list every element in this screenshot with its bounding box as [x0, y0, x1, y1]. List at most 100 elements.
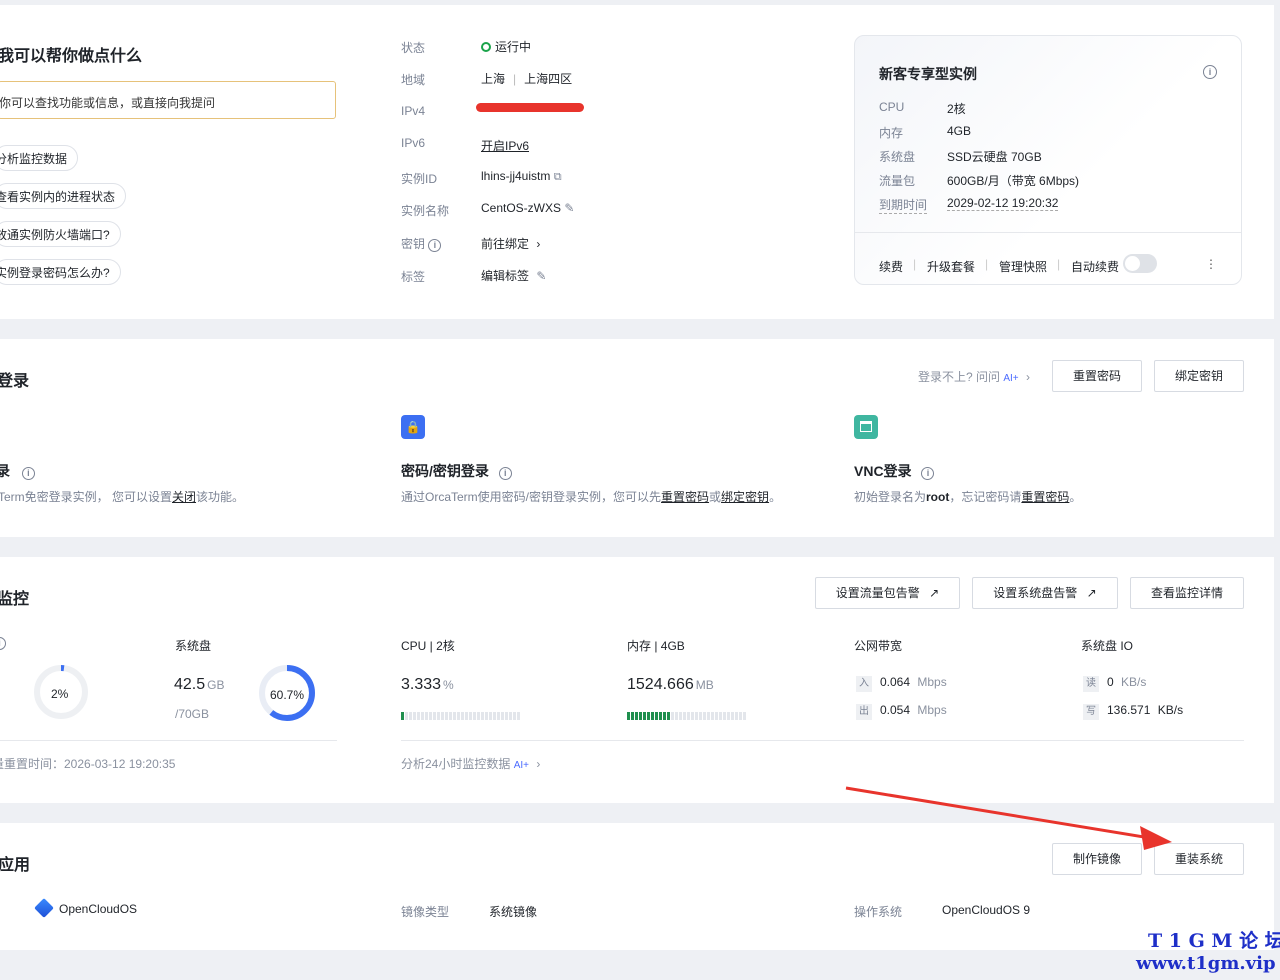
bandwidth-unit: Mbps: [917, 703, 947, 717]
bar-segment: [723, 712, 726, 720]
button-label: 设置系统盘告警: [993, 586, 1078, 600]
bar-segment: [659, 712, 662, 720]
ai-badge: AI+: [513, 760, 529, 771]
read-tag: 读: [1083, 676, 1099, 692]
snapshot-link[interactable]: 管理快照: [999, 258, 1047, 275]
bar-segment: [703, 712, 706, 720]
label-tags: 标签: [401, 270, 426, 284]
pkg-value: 600GB/月（带宽 6Mbps): [947, 174, 1080, 188]
pkg-label: 内存: [879, 126, 904, 140]
reset-password-link[interactable]: 重置密码: [661, 490, 709, 504]
desc-text: ，忘记密码请: [949, 490, 1022, 504]
status-value: 运行中: [481, 38, 531, 55]
bar-segment: [699, 712, 702, 720]
assistant-chip[interactable]: 分析监控数据: [0, 145, 79, 171]
pkg-label: 流量包: [879, 174, 916, 188]
disk-io-write: 写 136.571 KB/s: [1083, 703, 1183, 720]
bind-key-button[interactable]: 绑定密钥: [1154, 360, 1244, 392]
desc-text: 该功能。: [196, 490, 245, 504]
more-icon[interactable]: ⋮: [1205, 257, 1217, 271]
info-icon: i: [0, 637, 6, 650]
disk-label: 系统盘: [175, 639, 212, 653]
bar-segment: [679, 712, 682, 720]
vnc-icon-screen: [860, 421, 872, 432]
bar-segment: [481, 712, 484, 720]
memory-label: 内存 | 4GB: [627, 639, 685, 653]
bar-segment: [707, 712, 710, 720]
info-icon: i: [428, 239, 442, 252]
info-icon[interactable]: i: [1203, 65, 1217, 79]
separator: |: [913, 257, 917, 271]
bar-segment: [651, 712, 654, 720]
package-card: 新客专享型实例 i CPU 2核 内存 4GB 系统盘 SSD云硬盘 70GB …: [854, 35, 1242, 285]
bar-segment: [691, 712, 694, 720]
analyze-monitor-link[interactable]: 分析24小时监控数据 AI+ ›: [401, 755, 540, 772]
region-text: 上海: [481, 72, 506, 86]
bind-key-link[interactable]: 前往绑定 ›: [481, 235, 540, 252]
bind-key-link[interactable]: 绑定密钥: [721, 490, 769, 504]
bar-segment: [425, 712, 428, 720]
bar-segment: [671, 712, 674, 720]
cpu-usage: 3.333%: [401, 676, 454, 694]
copy-icon[interactable]: ⧉: [554, 171, 562, 183]
pkg-value: 2核: [947, 102, 966, 116]
help-text: 登录不上? 问问: [918, 370, 1001, 384]
bandwidth-in: 入 0.064 Mbps: [856, 675, 947, 692]
bandwidth-out-value: 0.054: [880, 703, 911, 717]
desc-text: 。: [769, 490, 782, 504]
bar-segment: [493, 712, 496, 720]
renew-link[interactable]: 续费: [879, 258, 903, 275]
region-value: 上海 | 上海四区: [481, 70, 572, 87]
traffic-alert-button[interactable]: 设置流量包告警 ↗: [815, 577, 960, 609]
bar-segment: [655, 712, 658, 720]
assistant-input[interactable]: 你可以查找功能或信息，或直接向我提问: [0, 81, 336, 119]
disk-used-value: 42.5: [174, 676, 206, 693]
ipv4-redaction: [476, 103, 584, 112]
memory-usage-bar: [627, 709, 747, 720]
overview-card: 我可以帮你做点什么 你可以查找功能或信息，或直接向我提问 分析监控数据 查看实例…: [0, 5, 1274, 319]
cpu-label: CPU | 2核: [401, 639, 455, 653]
external-link-icon: ↗: [929, 586, 940, 600]
chip-label: 放通实例防火墙端口?: [0, 228, 110, 242]
cpu-usage-bar: [401, 709, 521, 720]
assistant-chip[interactable]: 查看实例内的进程状态: [0, 183, 127, 209]
label-instance-name: 实例名称: [401, 204, 450, 218]
label-ipv4: IPv4: [401, 104, 426, 118]
assistant-chip[interactable]: 放通实例防火墙端口?: [0, 221, 121, 247]
disable-link[interactable]: 关闭: [172, 490, 196, 504]
memory-value: 1524.666: [627, 676, 694, 693]
memory-unit: MB: [695, 678, 714, 692]
edit-icon[interactable]: ✎: [564, 201, 574, 215]
status-text: 运行中: [495, 40, 532, 54]
upgrade-link[interactable]: 升级套餐: [927, 258, 975, 275]
enable-ipv6-link[interactable]: 开启IPv6: [481, 137, 529, 154]
disk-alert-button[interactable]: 设置系统盘告警 ↗: [972, 577, 1118, 609]
bar-segment: [449, 712, 452, 720]
assistant-input-placeholder: 你可以查找功能或信息，或直接向我提问: [0, 96, 216, 110]
instance-id: lhins-jj4uistm ⧉: [481, 169, 562, 184]
assistant-chip[interactable]: 实例登录密码怎么办?: [0, 259, 121, 285]
instance-name: CentOS-zWXS ✎: [481, 201, 574, 215]
chevron-right-icon: ›: [536, 237, 541, 251]
reinstall-system-button[interactable]: 重装系统: [1154, 843, 1244, 875]
method1-title: 录 i: [0, 461, 35, 481]
memory-usage: 1524.666 MB: [627, 676, 714, 694]
reset-password-link[interactable]: 重置密码: [1021, 490, 1069, 504]
divider: [855, 232, 1241, 233]
write-tag: 写: [1083, 704, 1099, 720]
bar-segment: [453, 712, 456, 720]
monitor-detail-button[interactable]: 查看监控详情: [1130, 577, 1244, 609]
chevron-right-icon: ›: [536, 757, 541, 771]
reset-password-button[interactable]: 重置密码: [1052, 360, 1142, 392]
label-key: 密钥 i: [401, 235, 442, 252]
bar-segment: [743, 712, 746, 720]
bandwidth-in-value: 0.064: [880, 675, 911, 689]
auto-renew-label: 自动续费: [1071, 260, 1120, 274]
auto-renew-toggle[interactable]: [1123, 254, 1157, 273]
desc-text: 。: [1069, 490, 1082, 504]
divider: [0, 740, 337, 741]
info-icon: i: [21, 467, 35, 480]
edit-tags-link[interactable]: 编辑标签 ✎: [481, 267, 546, 284]
login-help-link[interactable]: 登录不上? 问问 AI+ ›: [918, 368, 1030, 385]
create-image-button[interactable]: 制作镜像: [1052, 843, 1142, 875]
